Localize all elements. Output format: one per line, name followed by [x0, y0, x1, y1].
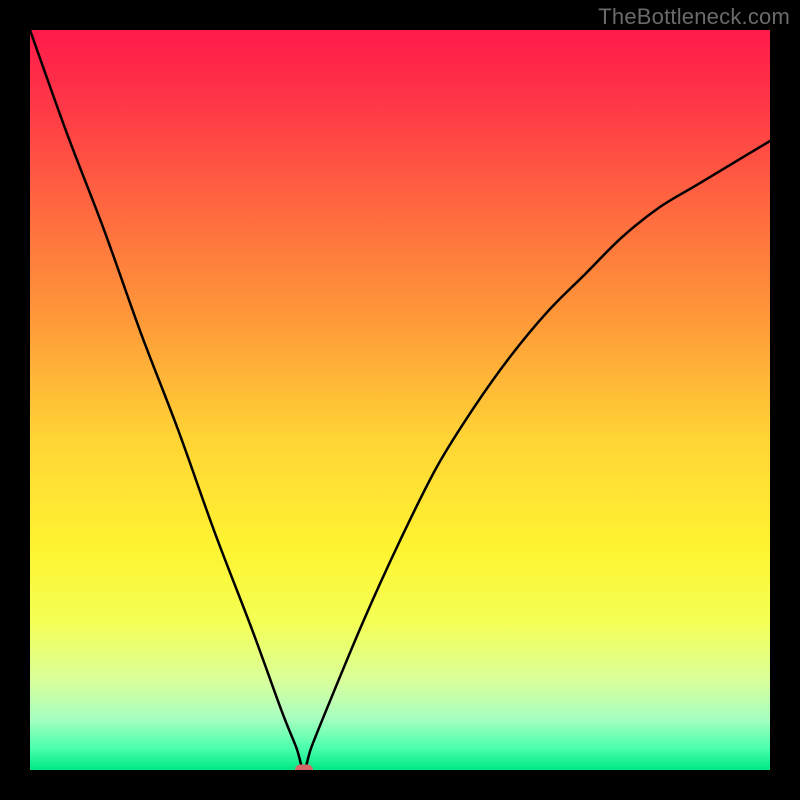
gradient-background	[30, 30, 770, 770]
watermark-text: TheBottleneck.com	[598, 4, 790, 30]
plot-area	[30, 30, 770, 770]
chart-svg	[30, 30, 770, 770]
chart-frame: TheBottleneck.com	[0, 0, 800, 800]
minimum-marker	[295, 765, 313, 771]
